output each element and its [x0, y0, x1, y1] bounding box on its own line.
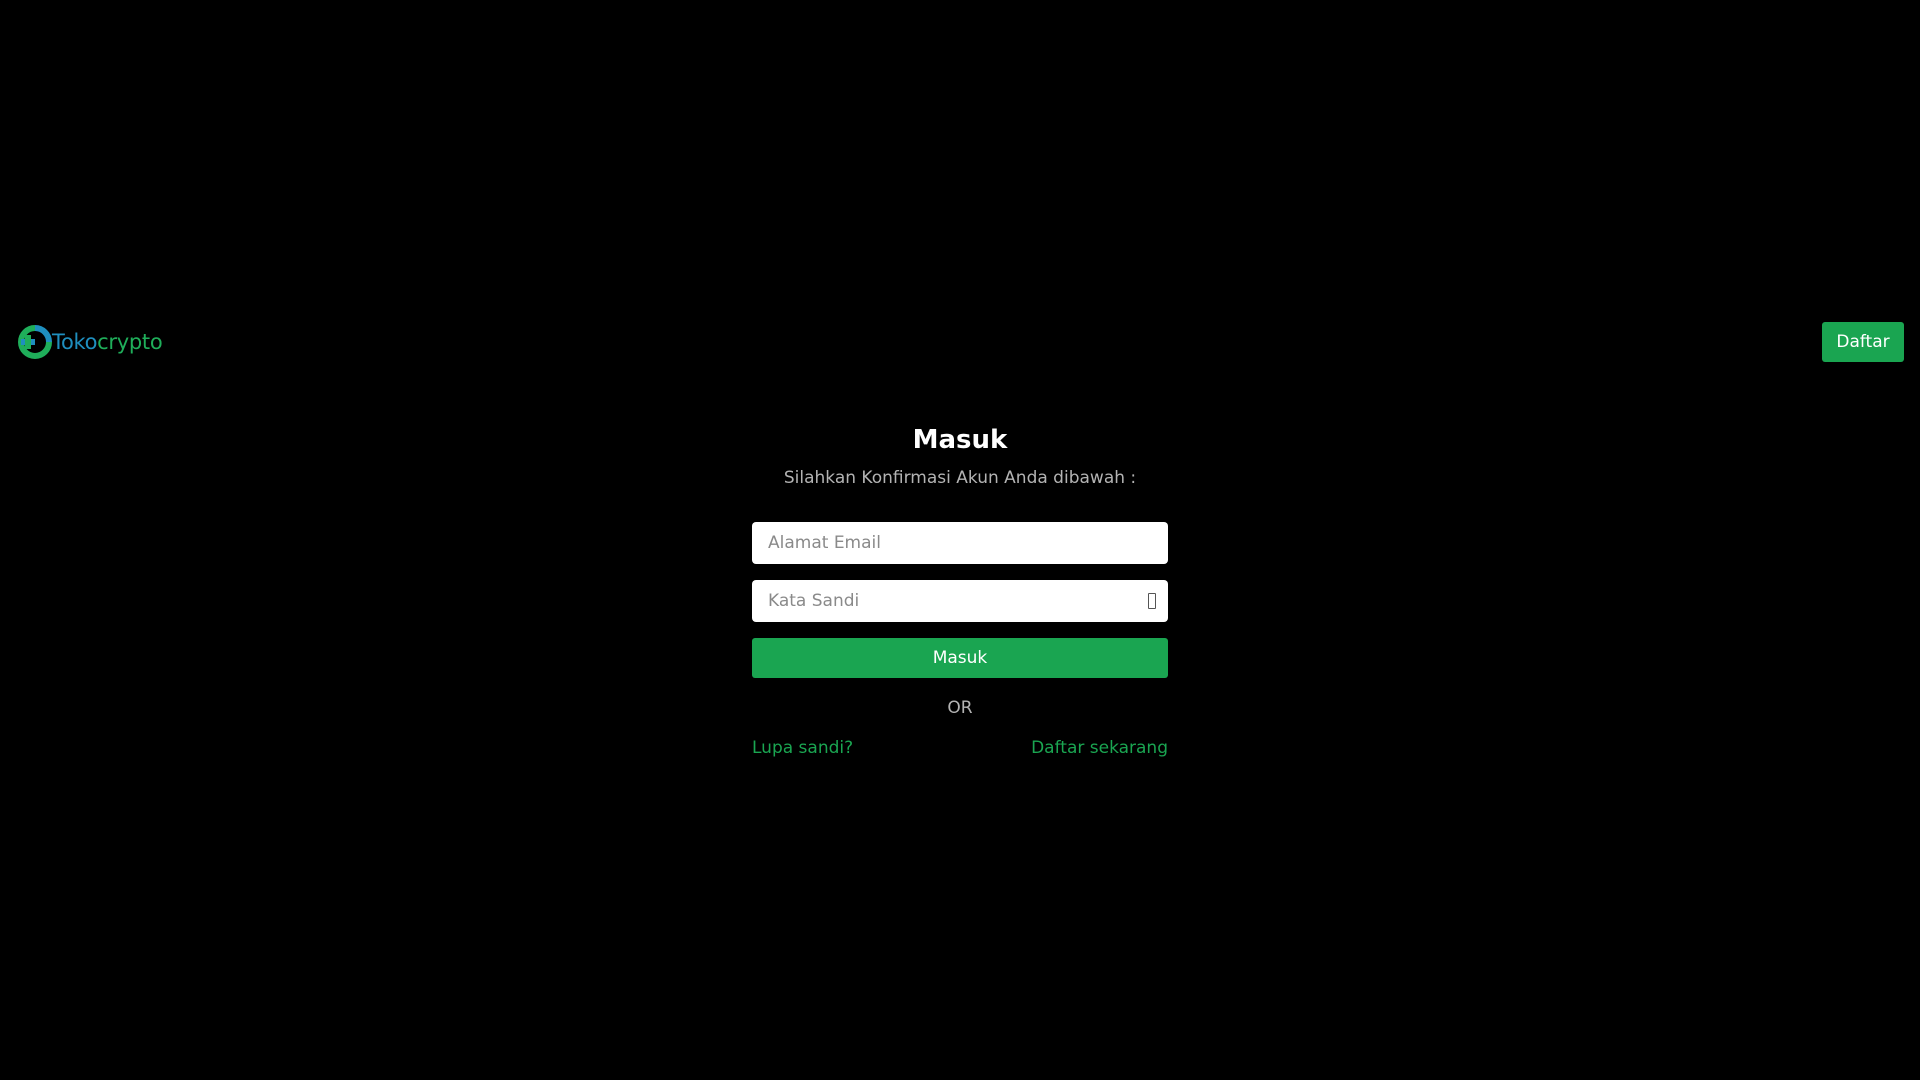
login-subtitle: Silahkan Konfirmasi Akun Anda dibawah :: [783, 468, 1137, 488]
login-links: Lupa sandi? Daftar sekarang: [752, 736, 1168, 760]
forgot-password-link[interactable]: Lupa sandi?: [752, 736, 853, 760]
login-button[interactable]: Masuk: [752, 638, 1168, 678]
logo-wordmark-part1: Toko: [52, 330, 98, 354]
email-field-wrapper: [752, 522, 1168, 564]
tokocrypto-logo[interactable]: Toko crypto: [18, 325, 163, 359]
logo-wordmark-part2: crypto: [97, 330, 163, 354]
login-form: Masuk Silahkan Konfirmasi Akun Anda diba…: [752, 420, 1168, 760]
register-button[interactable]: Daftar: [1822, 322, 1904, 362]
page-title: Masuk: [912, 425, 1008, 455]
register-now-link[interactable]: Daftar sekarang: [1031, 736, 1168, 760]
password-field[interactable]: [752, 580, 1168, 622]
top-header: Toko crypto Daftar: [0, 321, 1920, 363]
tokocrypto-logo-icon: [18, 325, 52, 359]
logo-wordmark: Toko crypto: [52, 330, 163, 354]
or-divider: OR: [947, 698, 973, 718]
email-field[interactable]: [752, 522, 1168, 564]
password-field-wrapper: [752, 580, 1168, 622]
show-password-icon[interactable]: [1148, 593, 1156, 609]
